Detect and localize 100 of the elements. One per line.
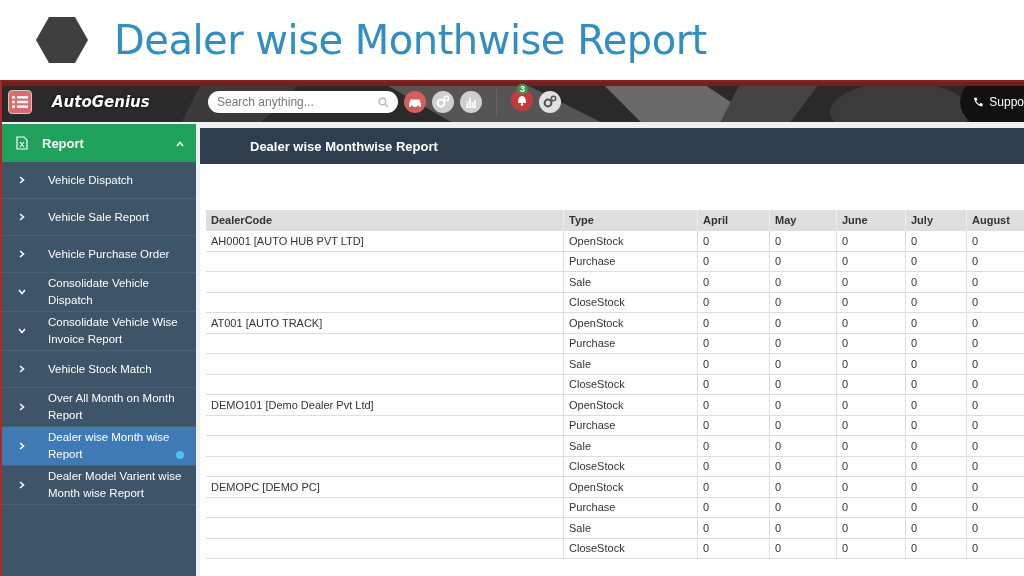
table-cell: 0 (906, 251, 967, 272)
table-cell: 0 (770, 538, 837, 559)
car-icon[interactable] (404, 91, 426, 113)
table-cell: 0 (698, 415, 770, 436)
table-cell: 0 (967, 394, 1024, 416)
table-cell: 0 (698, 251, 770, 272)
sidebar-item[interactable]: Consolidate Vehicle Wise Invoice Report (2, 312, 196, 351)
table-cell: 0 (770, 292, 837, 313)
table-cell: OpenStock (564, 312, 698, 334)
support-link[interactable]: Suppo (989, 95, 1024, 109)
table-cell: 0 (837, 333, 906, 354)
table-cell: 0 (698, 394, 770, 416)
table-cell: 0 (967, 497, 1024, 518)
chevron-icon (18, 365, 26, 373)
table-cell: 0 (770, 497, 837, 518)
table-cell: 0 (837, 497, 906, 518)
sidebar-item[interactable]: Vehicle Sale Report (2, 199, 196, 236)
table-cell: Sale (564, 435, 698, 457)
chevron-icon (18, 288, 26, 296)
table-cell: DEMO101 [Demo Dealer Pvt Ltd] (206, 394, 564, 416)
menu-button[interactable] (8, 90, 32, 114)
table-cell: 0 (698, 456, 770, 477)
app-logo[interactable]: AutoGenius (52, 93, 194, 111)
table-cell: 0 (967, 271, 1024, 293)
table-cell: 0 (698, 333, 770, 354)
table-cell: 0 (698, 292, 770, 313)
table-cell: 0 (770, 476, 837, 498)
phone-icon (973, 97, 984, 107)
table-cell: 0 (837, 292, 906, 313)
sidebar-item[interactable]: Vehicle Stock Match (2, 351, 196, 388)
table-cell: 0 (906, 333, 967, 354)
search-field[interactable]: Search anything... (208, 91, 398, 113)
table-cell: 0 (906, 230, 967, 252)
table-cell: CloseStock (564, 538, 698, 559)
table-cell: Purchase (564, 497, 698, 518)
table-cell: 0 (837, 353, 906, 375)
table-cell: 0 (698, 497, 770, 518)
chevron-icon (176, 139, 184, 148)
table-cell: 0 (698, 374, 770, 395)
table-cell: 0 (967, 292, 1024, 313)
chart-icon[interactable] (460, 91, 482, 113)
table-cell: 0 (906, 538, 967, 559)
table-cell: 0 (906, 415, 967, 436)
column-header: May (770, 210, 837, 231)
table-cell: 0 (906, 456, 967, 477)
table-cell: 0 (967, 415, 1024, 436)
table-cell: 0 (770, 415, 837, 436)
table-cell: 0 (770, 374, 837, 395)
table-cell: CloseStock (564, 292, 698, 313)
settings-icon[interactable] (539, 91, 561, 113)
table-cell: OpenStock (564, 476, 698, 498)
table-cell: 0 (967, 476, 1024, 498)
table-cell: 0 (837, 435, 906, 457)
table-cell: 0 (698, 230, 770, 252)
table-cell: 0 (967, 353, 1024, 375)
chevron-icon (18, 403, 26, 411)
column-header: June (837, 210, 906, 231)
slide-title: Dealer wise Monthwise Report (114, 17, 707, 63)
table-cell: AT001 [AUTO TRACK] (206, 312, 564, 334)
gears-icon[interactable] (432, 91, 454, 113)
table-cell: 0 (906, 497, 967, 518)
table-cell: OpenStock (564, 394, 698, 416)
status-dot (176, 451, 184, 459)
table-cell: 0 (967, 538, 1024, 559)
table-cell: 0 (837, 456, 906, 477)
table-cell: 0 (906, 517, 967, 539)
sidebar-item[interactable]: Dealer wise Month wise Report (2, 427, 196, 466)
table-cell: 0 (906, 312, 967, 334)
sidebar-item[interactable]: Vehicle Purchase Order (2, 236, 196, 273)
table-cell: Purchase (564, 251, 698, 272)
table-cell: 0 (837, 538, 906, 559)
table-cell: OpenStock (564, 230, 698, 252)
panel-title: Dealer wise Monthwise Report (200, 128, 1024, 164)
column-header: Type (564, 210, 698, 231)
table-cell: 0 (837, 476, 906, 498)
table-cell: 0 (698, 271, 770, 293)
chevron-icon (18, 442, 26, 450)
table-cell: CloseStock (564, 456, 698, 477)
table-cell: 0 (967, 435, 1024, 457)
table-cell: 0 (906, 394, 967, 416)
sidebar-item[interactable]: Consolidate Vehicle Dispatch (2, 273, 196, 312)
chevron-icon (18, 327, 26, 335)
table-cell: Purchase (564, 415, 698, 436)
table-cell: 0 (770, 251, 837, 272)
column-header: April (698, 210, 770, 231)
spreadsheet-icon (16, 136, 28, 150)
sidebar-item[interactable]: Dealer Model Varient wise Month wise Report (2, 466, 196, 505)
sidebar-item[interactable]: Vehicle Dispatch (2, 162, 196, 199)
table-cell: 0 (906, 374, 967, 395)
table-cell: 0 (837, 251, 906, 272)
table-cell: 0 (770, 271, 837, 293)
table-cell: 0 (906, 271, 967, 293)
table-cell: 0 (837, 394, 906, 416)
table-cell: 0 (837, 415, 906, 436)
table-cell: Sale (564, 271, 698, 293)
table-cell: 0 (770, 333, 837, 354)
table-cell: 0 (967, 374, 1024, 395)
table-cell: 0 (698, 476, 770, 498)
table-cell: 0 (698, 517, 770, 539)
table-cell: AH0001 [AUTO HUB PVT LTD] (206, 230, 564, 252)
